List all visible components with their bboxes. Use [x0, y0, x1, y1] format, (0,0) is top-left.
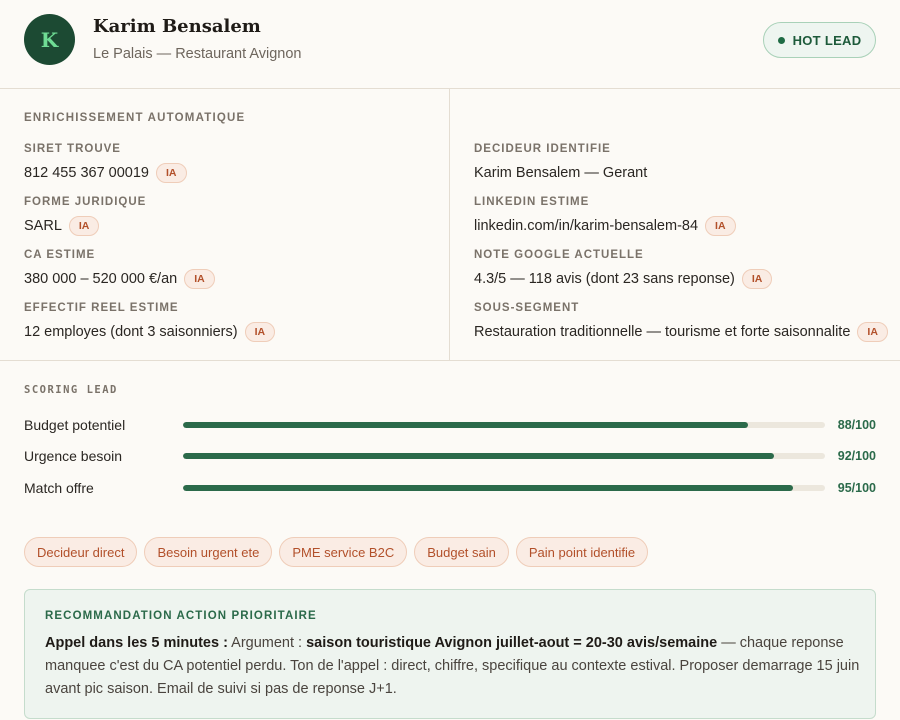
score-bar-fill	[183, 422, 748, 428]
enrichment-field: LINKEDIN ESTIME linkedin.com/in/karim-ben…	[474, 194, 736, 237]
enrichment-field: NOTE GOOGLE ACTUELLE 4.3/5 — 118 avis (do…	[474, 247, 773, 290]
field-value: 812 455 367 00019	[24, 165, 149, 181]
recommendation-lead: Appel dans les 5 minutes :	[45, 635, 228, 651]
recommendation-panel: RECOMMANDATION ACTION PRIORITAIRE Appel …	[24, 589, 876, 719]
ia-badge: IA	[68, 216, 100, 236]
ia-badge: IA	[741, 269, 773, 289]
field-value-row: 4.3/5 — 118 avis (dont 23 sans reponse) I…	[474, 268, 773, 290]
recommendation-title: RECOMMANDATION ACTION PRIORITAIRE	[45, 610, 317, 622]
field-label: LINKEDIN ESTIME	[474, 196, 590, 208]
enrichment-field: FORME JURIDIQUE SARL IA	[24, 194, 146, 237]
score-bar-fill	[183, 485, 793, 491]
score-label: Match offre	[24, 480, 94, 496]
scoring-title: SCORING LEAD	[24, 384, 118, 396]
score-value: 95/100	[837, 481, 876, 495]
score-bar-track	[183, 453, 825, 459]
field-label: CA ESTIME	[24, 249, 96, 261]
field-value-row: linkedin.com/in/karim-bensalem-84 IA	[474, 215, 736, 237]
avatar: K	[24, 14, 75, 65]
tag-chip[interactable]: Budget sain	[414, 537, 509, 567]
score-bar-track	[183, 485, 825, 491]
lead-company: Le Palais — Restaurant Avignon	[93, 46, 302, 62]
field-value-row: 812 455 367 00019 IA	[24, 162, 187, 184]
recommendation-text: Appel dans les 5 minutes : Argument : sa…	[45, 632, 860, 701]
score-value: 88/100	[837, 418, 876, 432]
score-value: 92/100	[837, 449, 876, 463]
tag-chip[interactable]: PME service B2C	[279, 537, 408, 567]
hot-lead-label: HOT LEAD	[792, 32, 862, 48]
field-value-row: 12 employes (dont 3 saisonniers) IA	[24, 321, 276, 343]
field-label: NOTE GOOGLE ACTUELLE	[474, 249, 644, 261]
score-bar-fill	[183, 453, 774, 459]
field-value: 4.3/5 — 118 avis (dont 23 sans reponse)	[474, 271, 735, 287]
field-value: 380 000 – 520 000 €/an	[24, 271, 178, 287]
field-label: SOUS-SEGMENT	[474, 302, 580, 314]
score-row: Urgence besoin 92/100	[24, 446, 876, 466]
ia-badge: IA	[244, 322, 276, 342]
enrichment-field: EFFECTIF REEL ESTIME 12 employes (dont 3 …	[24, 300, 276, 343]
ia-badge: IA	[705, 216, 736, 236]
enrichment-field: CA ESTIME 380 000 – 520 000 €/an IA	[24, 247, 215, 290]
field-value: 12 employes (dont 3 saisonniers)	[24, 324, 238, 340]
ia-badge: IA	[184, 269, 215, 289]
field-value-row: SARL IA	[24, 215, 146, 237]
lead-name: Karim Bensalem	[93, 16, 261, 37]
tag-chip[interactable]: Pain point identifie	[515, 537, 649, 567]
field-value-row: Restauration traditionnelle — tourisme e…	[474, 321, 888, 343]
field-value-row: 380 000 – 520 000 €/an IA	[24, 268, 215, 290]
lead-header: K Karim Bensalem Le Palais — Restaurant …	[0, 0, 900, 89]
field-label: EFFECTIF REEL ESTIME	[24, 302, 179, 314]
field-value: Restauration traditionnelle — tourisme e…	[474, 324, 851, 340]
enrichment-field: SOUS-SEGMENT Restauration traditionnelle …	[474, 300, 888, 343]
score-label: Urgence besoin	[24, 448, 123, 464]
field-value: SARL	[24, 218, 62, 234]
tag-chip[interactable]: Besoin urgent ete	[144, 537, 273, 567]
enrichment-field: DECIDEUR IDENTIFIE Karim Bensalem — Geran…	[474, 141, 647, 184]
score-bar-track	[183, 422, 825, 428]
field-label: FORME JURIDIQUE	[24, 196, 147, 208]
field-value: linkedin.com/in/karim-bensalem-84	[474, 218, 699, 234]
enrichment-panel: ENRICHISSEMENT AUTOMATIQUE SIRET TROUVE 8…	[0, 89, 900, 361]
ia-badge: IA	[156, 163, 187, 183]
field-value-row: Karim Bensalem — Gerant	[474, 162, 647, 184]
recommendation-argument: saison touristique Avignon juillet-aout …	[306, 635, 718, 651]
field-label: DECIDEUR IDENTIFIE	[474, 143, 611, 155]
score-row: Budget potentiel 88/100	[24, 415, 876, 435]
hot-lead-badge[interactable]: HOT LEAD	[763, 22, 876, 58]
enrichment-title: ENRICHISSEMENT AUTOMATIQUE	[24, 112, 246, 124]
tag-list: Decideur direct Besoin urgent ete PME serv…	[24, 537, 649, 567]
tag-chip[interactable]: Decideur direct	[24, 537, 138, 567]
enrichment-field: SIRET TROUVE 812 455 367 00019 IA	[24, 141, 187, 184]
column-divider	[449, 89, 450, 360]
score-row: Match offre 95/100	[24, 478, 876, 498]
ia-badge: IA	[857, 322, 888, 342]
field-value: Karim Bensalem — Gerant	[474, 165, 648, 181]
score-label: Budget potentiel	[24, 417, 126, 433]
status-dot-icon	[777, 36, 785, 44]
field-label: SIRET TROUVE	[24, 143, 121, 155]
recommendation-argument-prefix: Argument :	[227, 635, 307, 651]
